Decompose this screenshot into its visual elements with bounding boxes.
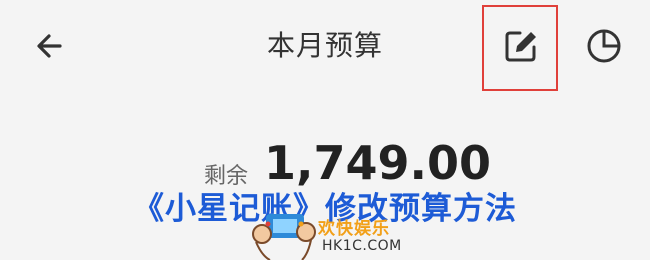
watermark-domain: HK1C.COM [322,238,402,254]
watermark-logo [248,206,322,260]
chart-button[interactable] [584,26,624,66]
budget-screen: 本月预算 剩余 1,749.00 《小星记账》修改预算方法 欢快娱乐 HK1C.… [0,0,650,260]
watermark-brand: 欢快娱乐 [318,219,390,239]
gamepad-hands-icon [252,214,316,260]
remaining-amount: 1,749.00 [264,136,491,190]
pie-chart-icon [587,29,621,63]
edit-budget-button[interactable] [501,26,541,66]
edit-icon [505,31,536,62]
